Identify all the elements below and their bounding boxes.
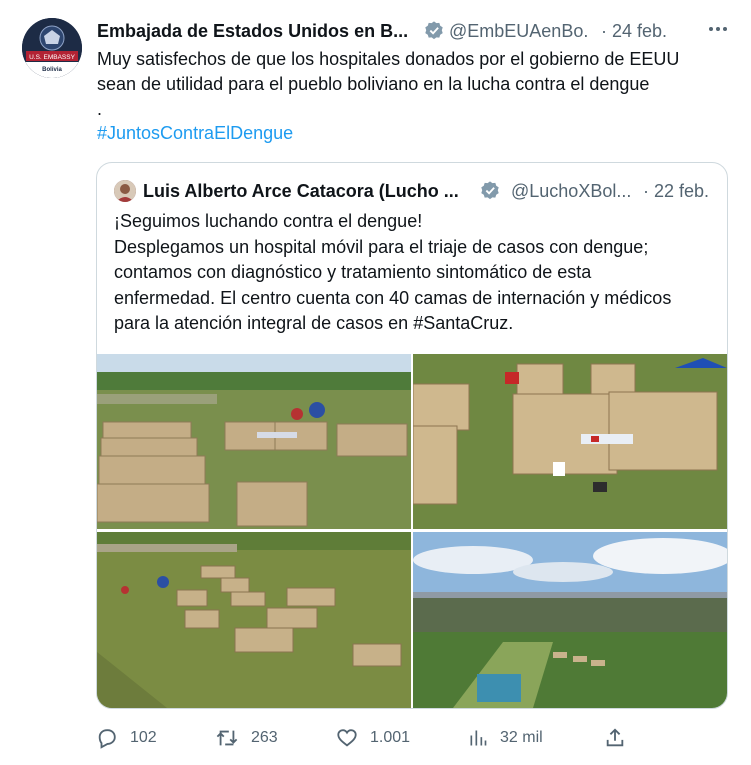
tweet-text-line: . (97, 99, 103, 119)
hashtag-link[interactable]: #JuntosContraElDengue (97, 121, 727, 146)
views-count: 32 mil (500, 729, 543, 746)
verified-icon[interactable] (423, 20, 445, 42)
reply-count: 102 (130, 729, 157, 746)
quote-text-line: Desplegamos un hospital móvil para el tr… (114, 236, 649, 257)
quote-avatar[interactable] (114, 180, 136, 202)
views-button[interactable]: 32 mil (468, 724, 543, 752)
tweet-time[interactable]: · 24 feb. (601, 21, 667, 42)
quote-author-handle[interactable]: @LuchoXBol... (511, 181, 634, 202)
like-button[interactable]: 1.001 (336, 724, 410, 752)
tweet-text-line: sean de utilidad para el pueblo bolivian… (97, 74, 650, 94)
retweet-button[interactable]: 263 (215, 724, 278, 752)
photo-grid (97, 354, 727, 708)
reply-icon (98, 729, 116, 749)
author-name[interactable]: Embajada de Estados Unidos en B... (97, 21, 413, 42)
share-button[interactable] (604, 724, 626, 752)
quote-text-line: contamos con diagnóstico y tratamiento s… (114, 262, 592, 282)
like-icon (337, 729, 357, 747)
views-icon (470, 730, 487, 746)
quote-text-line: ¡Seguimos luchando contra el dengue! (114, 211, 423, 231)
tweet[interactable]: U.S. EMBASSY Bolivia Embajada de Estados… (0, 0, 751, 765)
quote-author-name[interactable]: Luis Alberto Arce Catacora (Lucho ... (143, 181, 471, 202)
verified-icon[interactable] (479, 180, 501, 202)
tweet-header: Embajada de Estados Unidos en B... @EmbE… (97, 20, 737, 44)
tweet-text: Muy satisfechos de que los hospitales do… (97, 47, 727, 146)
quote-header: Luis Alberto Arce Catacora (Lucho ... @L… (143, 180, 723, 204)
photo-tent-camp-aerial[interactable] (97, 354, 411, 529)
quote-time[interactable]: · 22 feb. (643, 181, 709, 202)
action-bar: 102 263 1.001 32 mil (96, 724, 736, 752)
avatar-line2: Bolivia (42, 67, 62, 73)
reply-button[interactable]: 102 (96, 724, 157, 752)
like-count: 1.001 (370, 729, 411, 746)
quote-text-line: enfermedad. El centro cuenta con 40 cama… (114, 287, 672, 308)
quoted-tweet[interactable]: Luis Alberto Arce Catacora (Lucho ... @L… (96, 162, 728, 709)
tweet-text-line: Muy satisfechos de que los hospitales do… (97, 49, 680, 69)
quote-text: ¡Seguimos luchando contra el dengue! Des… (114, 209, 719, 337)
retweet-count: 263 (251, 729, 278, 746)
avatar[interactable]: U.S. EMBASSY Bolivia (22, 18, 82, 78)
author-handle[interactable]: @EmbEUAenBo... (449, 21, 589, 42)
photo-tents-closeup[interactable] (413, 354, 727, 529)
share-icon (606, 728, 624, 747)
retweet-icon (216, 730, 238, 746)
avatar-line1: U.S. EMBASSY (29, 54, 76, 61)
photo-field-tents-overhead[interactable] (97, 532, 411, 708)
photo-city-skyline[interactable] (413, 532, 727, 708)
quote-text-line: para la atención integral de casos en #S… (114, 313, 514, 333)
more-icon[interactable] (706, 17, 730, 41)
